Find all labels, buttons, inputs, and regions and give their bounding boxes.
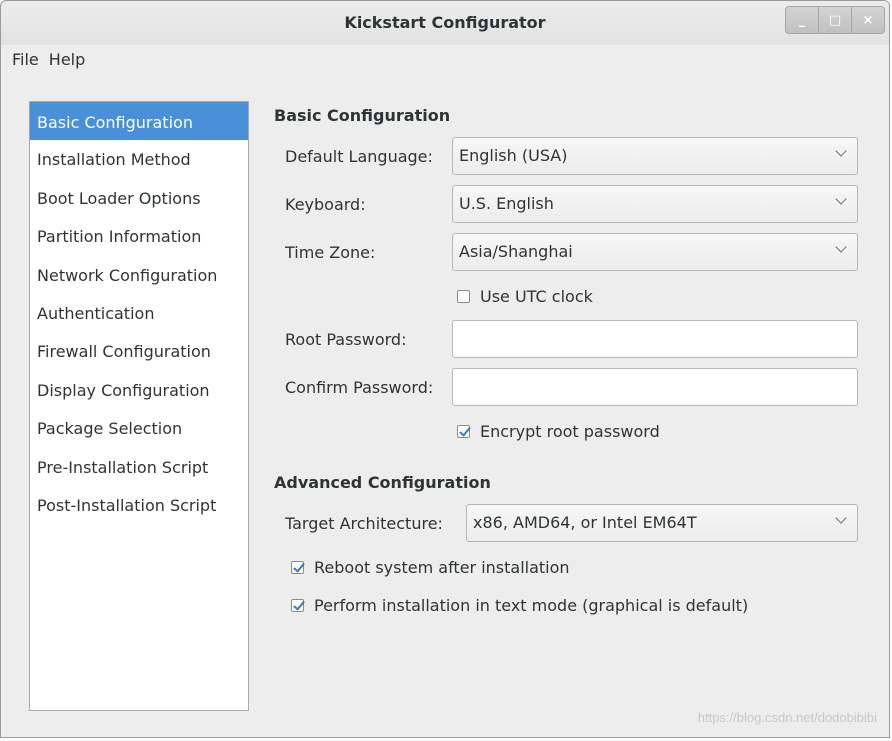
default-language-select[interactable]: English (USA) <box>452 137 858 175</box>
reboot-label: Reboot system after installation <box>314 558 570 577</box>
menu-bar: File Help <box>1 47 91 75</box>
sidebar-item-authentication[interactable]: Authentication <box>30 294 248 332</box>
confirm-password-field[interactable] <box>452 368 858 406</box>
close-button[interactable]: × <box>851 6 885 34</box>
chevron-down-icon <box>835 241 847 253</box>
timezone-value: Asia/Shanghai <box>459 242 573 261</box>
target-architecture-select[interactable]: x86, AMD64, or Intel EM64T <box>466 504 858 542</box>
sidebar-item-pre-installation-script[interactable]: Pre-Installation Script <box>30 448 248 486</box>
confirm-password-label: Confirm Password: <box>285 378 434 397</box>
root-password-field[interactable] <box>452 320 858 358</box>
root-password-label: Root Password: <box>285 330 407 349</box>
utc-clock-checkbox[interactable] <box>457 290 470 303</box>
kickstart-window: Kickstart Configurator _ □ × File Help B… <box>0 0 890 738</box>
chevron-down-icon <box>835 193 847 205</box>
sidebar-item-firewall-configuration[interactable]: Firewall Configuration <box>30 332 248 370</box>
minimize-button[interactable]: _ <box>785 6 819 34</box>
encrypt-password-checkbox[interactable] <box>457 425 470 438</box>
chevron-down-icon <box>835 145 847 157</box>
utc-clock-option[interactable]: Use UTC clock <box>457 287 593 306</box>
default-language-label: Default Language: <box>285 147 433 166</box>
encrypt-password-label: Encrypt root password <box>480 422 660 441</box>
title-bar[interactable]: Kickstart Configurator _ □ × <box>1 1 889 45</box>
keyboard-label: Keyboard: <box>285 195 366 214</box>
watermark: https://blog.csdn.net/dodobibibi <box>697 710 877 725</box>
chevron-down-icon <box>835 512 847 524</box>
keyboard-value: U.S. English <box>459 194 554 213</box>
sidebar-item-post-installation-script[interactable]: Post-Installation Script <box>30 486 248 524</box>
keyboard-select[interactable]: U.S. English <box>452 185 858 223</box>
default-language-value: English (USA) <box>459 146 568 165</box>
text-mode-label: Perform installation in text mode (graph… <box>314 596 749 615</box>
sidebar-item-installation-method[interactable]: Installation Method <box>30 140 248 178</box>
text-mode-option[interactable]: Perform installation in text mode (graph… <box>291 596 748 615</box>
advanced-config-heading: Advanced Configuration <box>274 473 491 492</box>
reboot-checkbox[interactable] <box>291 561 304 574</box>
sidebar-item-boot-loader-options[interactable]: Boot Loader Options <box>30 179 248 217</box>
basic-config-heading: Basic Configuration <box>274 106 451 125</box>
timezone-label: Time Zone: <box>285 243 376 262</box>
target-architecture-value: x86, AMD64, or Intel EM64T <box>473 513 697 532</box>
maximize-button[interactable]: □ <box>818 6 852 34</box>
sidebar-item-display-configuration[interactable]: Display Configuration <box>30 371 248 409</box>
sidebar-item-partition-information[interactable]: Partition Information <box>30 217 248 255</box>
sidebar-item-network-configuration[interactable]: Network Configuration <box>30 256 248 294</box>
target-architecture-label: Target Architecture: <box>285 514 443 533</box>
window-controls: _ □ × <box>785 6 885 34</box>
utc-clock-label: Use UTC clock <box>480 287 593 306</box>
sidebar-item-package-selection[interactable]: Package Selection <box>30 409 248 447</box>
category-sidebar: Basic Configuration Installation Method … <box>29 101 249 711</box>
sidebar-item-basic-configuration[interactable]: Basic Configuration <box>30 102 248 141</box>
text-mode-checkbox[interactable] <box>291 599 304 612</box>
reboot-option[interactable]: Reboot system after installation <box>291 558 570 577</box>
encrypt-password-option[interactable]: Encrypt root password <box>457 422 660 441</box>
timezone-select[interactable]: Asia/Shanghai <box>452 233 858 271</box>
menu-help[interactable]: Help <box>45 47 91 75</box>
menu-file[interactable]: File <box>1 47 45 75</box>
window-title: Kickstart Configurator <box>344 13 546 32</box>
